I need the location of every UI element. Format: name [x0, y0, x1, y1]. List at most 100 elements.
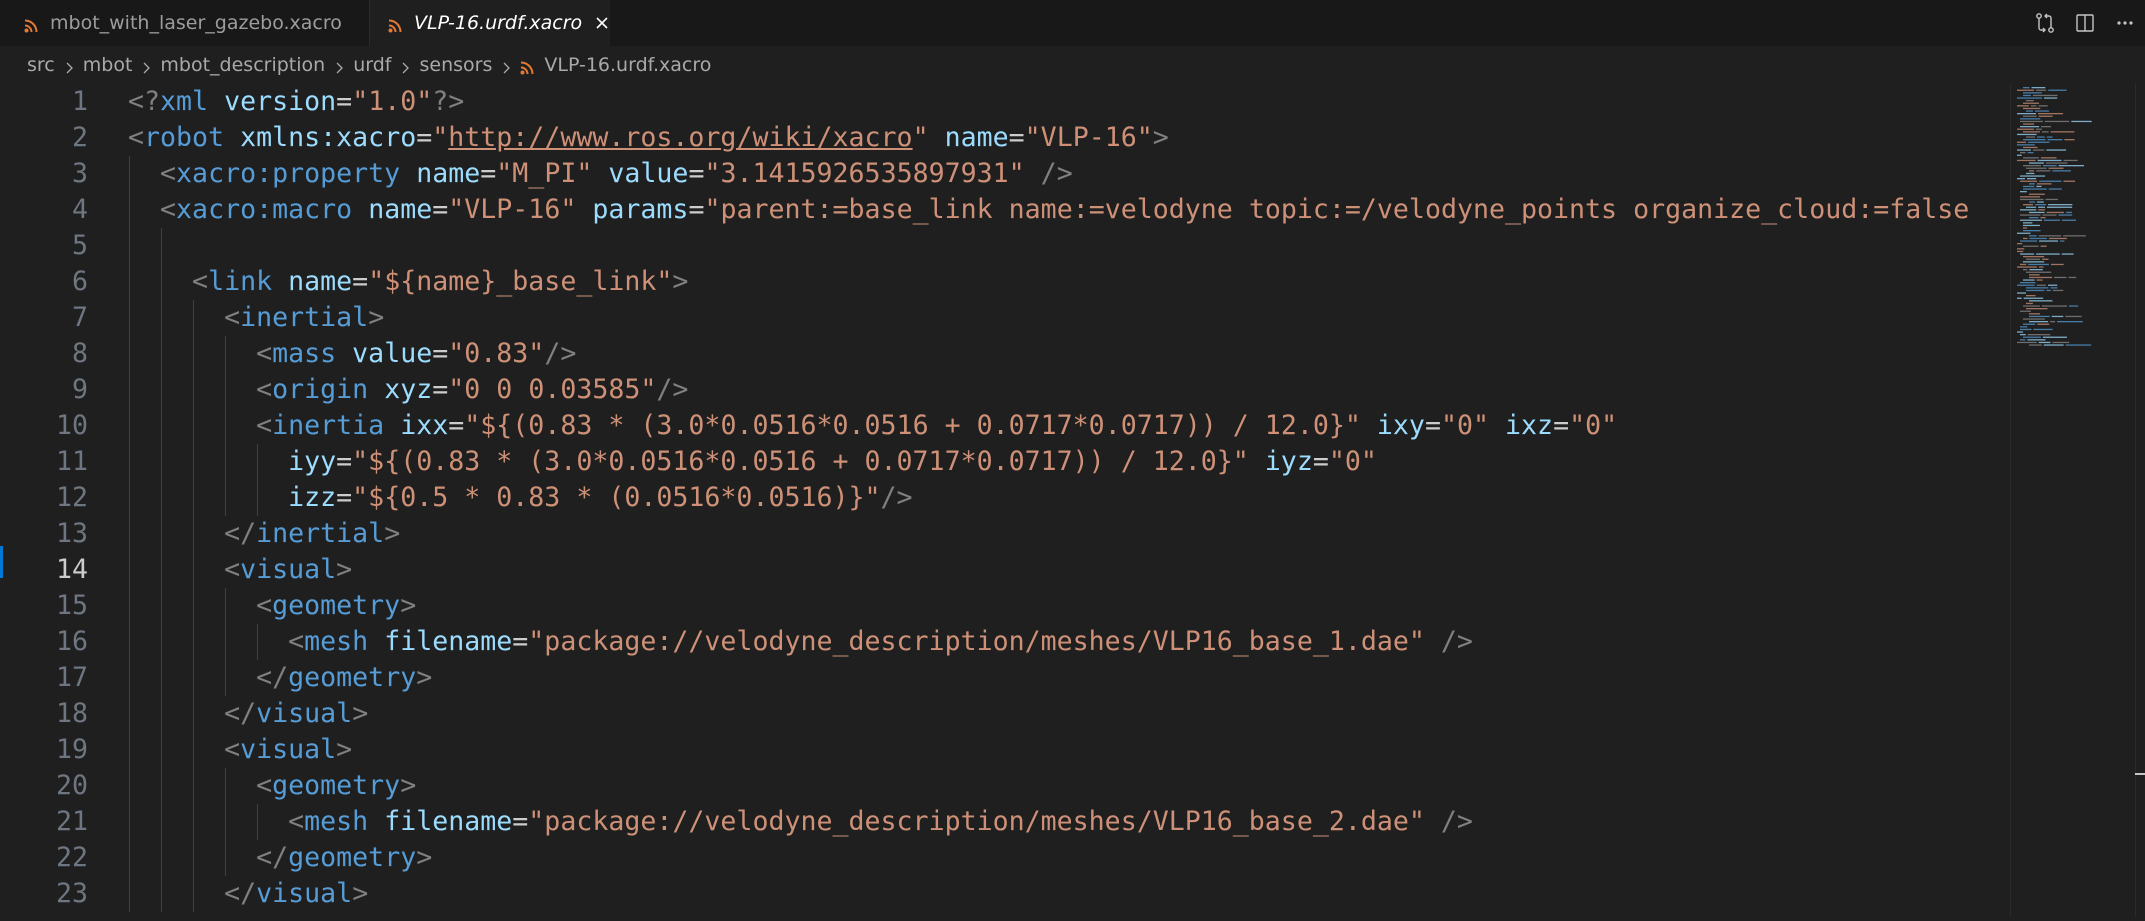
code-token: > — [368, 302, 385, 333]
code-token: " — [912, 122, 929, 153]
code-token: izz — [288, 482, 337, 513]
close-icon[interactable] — [594, 12, 610, 34]
code-token: xacro:property — [176, 158, 401, 189]
minimap-line — [2048, 204, 2073, 206]
minimap-line — [2045, 162, 2068, 164]
line-number: 21 — [55, 806, 88, 837]
code-line[interactable]: 20 <geometry> — [0, 768, 2010, 804]
code-token: > — [416, 842, 433, 873]
code-token: </ — [256, 662, 289, 693]
minimap-line — [2017, 133, 2037, 136]
minimap-line — [2027, 178, 2037, 180]
minimap-line — [2048, 188, 2062, 190]
code-text: <xacro:macro name="VLP-16" params="paren… — [128, 192, 1969, 228]
line-number: 1 — [71, 86, 88, 117]
tab-vlp16-urdf-xacro[interactable]: VLP-16.urdf.xacro — [370, 0, 610, 46]
code-link[interactable]: http://www.ros.org/wiki/xacro — [448, 122, 912, 153]
code-line[interactable]: 2 <robot xmlns:xacro="http://www.ros.org/… — [0, 120, 2010, 156]
breadcrumb-urdf[interactable]: urdf — [353, 54, 391, 76]
minimap-line — [2023, 222, 2033, 224]
vertical-scrollbar[interactable] — [2135, 84, 2145, 917]
code-line[interactable]: 12 izz="${0.5 * 0.83 * (0.0516*0.0516)}"… — [0, 480, 2010, 516]
code-line[interactable]: 5 — [0, 228, 2010, 264]
code-line[interactable]: 18 </visual> — [0, 696, 2010, 732]
split-editor-icon[interactable] — [2065, 0, 2105, 46]
minimap-line — [2029, 170, 2035, 172]
code-line[interactable]: 3 <xacro:property name="M_PI" value="3.1… — [0, 156, 2010, 192]
code-token: = — [512, 806, 529, 837]
minimap-line — [2050, 263, 2064, 266]
code-line[interactable]: 10 <inertia ixx="${(0.83 * (3.0*0.0516*0… — [0, 408, 2010, 444]
code-token: name — [288, 266, 353, 297]
code-token: inertial — [240, 302, 369, 333]
code-line[interactable]: 13 </inertial> — [0, 516, 2010, 552]
code-token: = — [480, 158, 497, 189]
code-text: </visual> — [128, 696, 368, 732]
minimap-line — [2063, 235, 2086, 237]
code-token: inertial — [256, 518, 385, 549]
code-line[interactable]: 15 <geometry> — [0, 588, 2010, 624]
code-token: xml — [160, 86, 209, 117]
breadcrumb-mbot[interactable]: mbot — [83, 54, 133, 76]
rss-file-icon — [388, 16, 402, 33]
code-line[interactable]: 21 <mesh filename="package://velodyne_de… — [0, 804, 2010, 840]
minimap-line — [2063, 180, 2076, 182]
code-line[interactable]: 22 </geometry> — [0, 840, 2010, 876]
line-number: 6 — [71, 266, 88, 297]
compare-changes-icon[interactable] — [2025, 0, 2065, 46]
minimap-line — [2027, 339, 2046, 341]
tab-mbot-with-laser-gazebo[interactable]: mbot_with_laser_gazebo.xacro — [0, 0, 370, 46]
code-line[interactable]: 7 <inertial> — [0, 300, 2010, 336]
breadcrumb-file[interactable]: VLP-16.urdf.xacro — [544, 54, 711, 76]
code-token: xyz — [384, 374, 433, 405]
code-line[interactable]: 23 </visual> — [0, 876, 2010, 912]
breadcrumb-src[interactable]: src — [27, 54, 55, 76]
code-token: geometry — [272, 770, 401, 801]
code-line[interactable]: 11 iyy="${(0.83 * (3.0*0.0516*0.0516 + 0… — [0, 444, 2010, 480]
code-token: = — [336, 86, 353, 117]
code-token: /> — [656, 374, 689, 405]
code-text: <mesh filename="package://velodyne_descr… — [128, 804, 1473, 840]
minimap-line — [2035, 204, 2047, 206]
code-line[interactable]: 1 <?xml version="1.0"?> — [0, 84, 2010, 120]
minimap-line — [2041, 305, 2068, 307]
minimap-line — [2023, 204, 2034, 206]
minimap-line — [2017, 243, 2023, 245]
breadcrumb-mbot-description[interactable]: mbot_description — [160, 54, 325, 76]
code-token: = — [1553, 410, 1570, 441]
code-line[interactable]: 16 <mesh filename="package://velodyne_de… — [0, 624, 2010, 660]
minimap[interactable] — [2010, 84, 2136, 917]
code-line[interactable]: 9 <origin xyz="0 0 0.03585"/> — [0, 372, 2010, 408]
code-text: <robot xmlns:xacro="http://www.ros.org/w… — [128, 120, 1169, 156]
code-editor[interactable]: 1 <?xml version="1.0"?> 2 <robot xmlns:xacr… — [0, 84, 2010, 917]
minimap-line — [2031, 87, 2046, 89]
minimap-line — [2029, 315, 2050, 318]
code-line[interactable]: 4 <xacro:macro name="VLP-16" params="par… — [0, 192, 2010, 228]
code-token: > — [416, 662, 433, 693]
minimap-line — [2040, 157, 2057, 159]
more-actions-icon[interactable] — [2105, 0, 2145, 46]
minimap-line — [2026, 100, 2034, 102]
minimap-line — [2046, 289, 2051, 292]
code-text: <visual> — [128, 552, 352, 588]
code-line[interactable]: 8 <mass value="0.83"/> — [0, 336, 2010, 372]
code-line[interactable]: 17 </geometry> — [0, 660, 2010, 696]
minimap-line — [2035, 89, 2047, 91]
code-token: "0.83" — [448, 338, 545, 369]
line-number: 8 — [71, 338, 88, 369]
code-line[interactable]: 14 <visual> — [0, 552, 2010, 588]
code-line[interactable]: 6 <link name="${name}_base_link"> — [0, 264, 2010, 300]
minimap-line — [2026, 258, 2041, 260]
code-token: = — [432, 374, 449, 405]
breadcrumb-sensors[interactable]: sensors — [419, 54, 492, 76]
minimap-line — [2028, 263, 2049, 266]
code-token: = — [688, 194, 705, 225]
code-line[interactable]: 19 <visual> — [0, 732, 2010, 768]
code-token: geometry — [288, 662, 417, 693]
minimap-line — [2023, 157, 2039, 159]
